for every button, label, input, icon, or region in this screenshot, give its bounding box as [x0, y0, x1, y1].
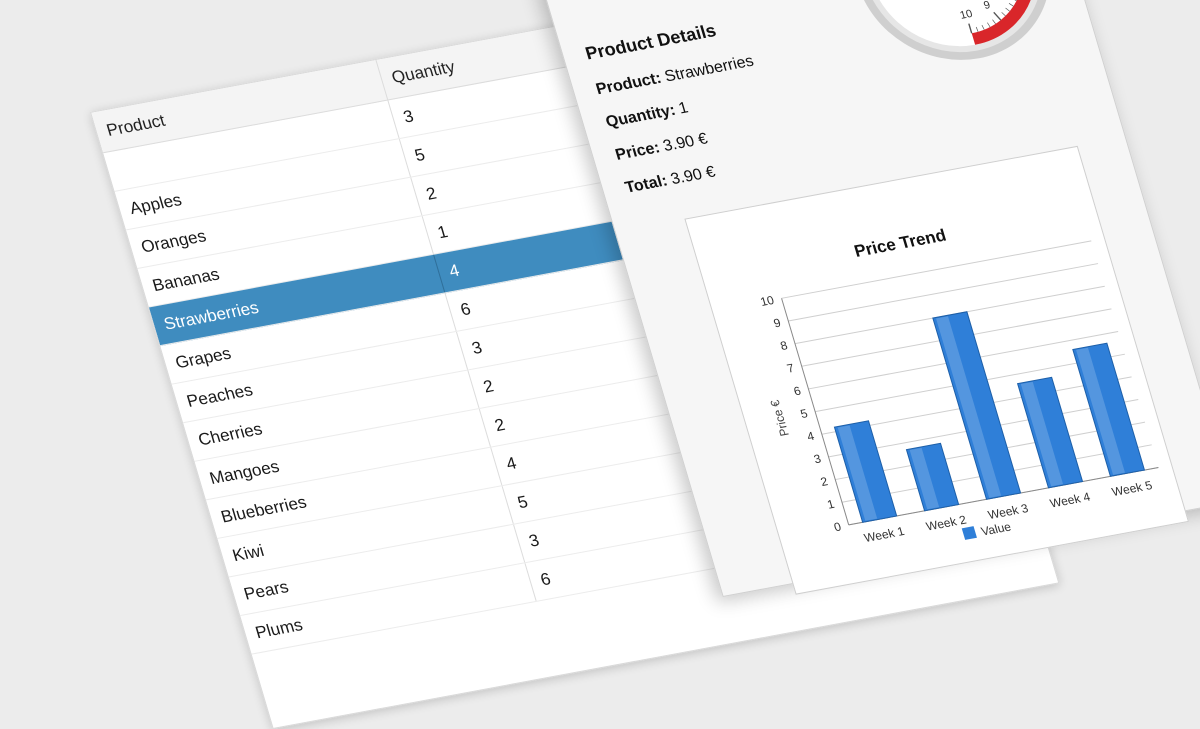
- legend-swatch: [961, 526, 977, 540]
- y-axis: [781, 298, 850, 525]
- x-tick-label: Week 5: [1110, 478, 1154, 499]
- y-tick-label: 9: [772, 316, 783, 331]
- y-tick-label: 3: [812, 452, 823, 467]
- y-axis-label: Price €: [767, 399, 791, 438]
- quantity-gauge: 012345678910: [825, 0, 1079, 80]
- product-details: Product Details Product:Strawberries Qua…: [583, 0, 889, 213]
- y-tick-label: 1: [826, 497, 837, 512]
- price-trend-chart: Price Trend 0 1 2 3 4 5 6 7 8 9 10 Price € Week 1 Week…: [684, 145, 1190, 595]
- detail-price-label: Price:: [613, 139, 663, 164]
- y-tick-label: 10: [759, 293, 776, 309]
- detail-quantity-label: Quantity:: [603, 101, 678, 132]
- y-tick-label: 7: [785, 361, 796, 376]
- chart-title: Price Trend: [852, 226, 948, 261]
- detail-total-label: Total:: [623, 172, 670, 197]
- gauge-svg: 012345678910: [853, 0, 1050, 60]
- y-tick-label: 8: [779, 338, 790, 353]
- legend-label: Value: [979, 520, 1013, 539]
- chart-gridline: [781, 240, 1092, 299]
- x-tick-label: Week 4: [1048, 490, 1092, 511]
- detail-price-value: 3.90 €: [661, 130, 710, 155]
- detail-total-value: 3.90 €: [668, 163, 718, 189]
- detail-product-label: Product:: [594, 69, 664, 99]
- detail-quantity-value: 1: [676, 99, 691, 118]
- y-tick-label: 5: [799, 406, 810, 421]
- y-tick-label: 2: [819, 474, 830, 489]
- detail-product-value: Strawberries: [662, 52, 756, 86]
- y-tick-label: 0: [832, 520, 843, 535]
- y-tick-label: 4: [805, 429, 816, 444]
- x-tick-label: Week 2: [924, 513, 968, 534]
- y-tick-label: 6: [792, 384, 803, 399]
- chart-gridline: [788, 263, 1099, 322]
- chart-svg: Price Trend 0 1 2 3 4 5 6 7 8 9 10 Price € Week 1 Week…: [759, 226, 1159, 545]
- x-tick-label: Week 1: [862, 524, 906, 545]
